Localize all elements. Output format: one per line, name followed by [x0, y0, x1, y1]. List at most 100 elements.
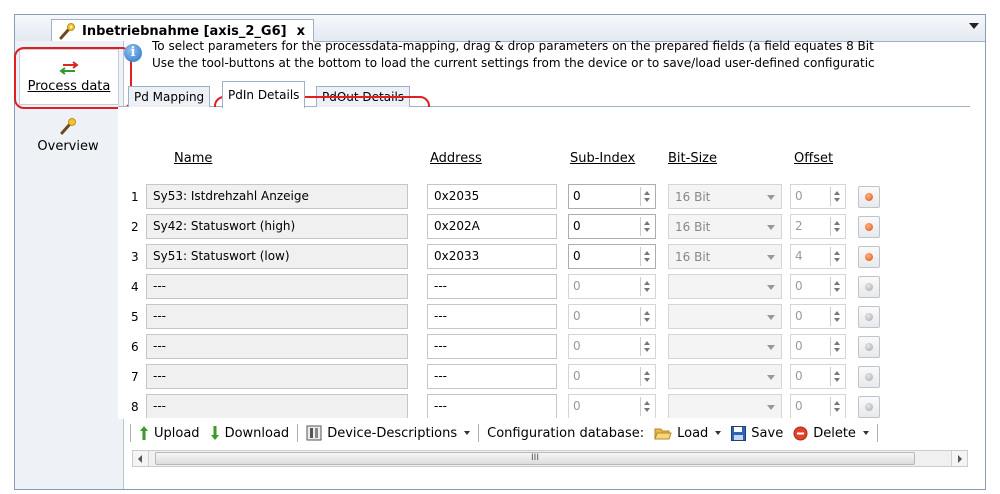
download-button[interactable]: Download	[205, 425, 295, 441]
remove-button[interactable]	[858, 186, 880, 208]
table-row: 3 Sy51: Statuswort (low) 0x2033 0 16 Bit…	[118, 244, 970, 274]
remove-button[interactable]	[858, 246, 880, 268]
sub-index-stepper[interactable]: 0	[568, 304, 656, 329]
address-field[interactable]: 0x202A	[427, 214, 557, 239]
address-field[interactable]: ---	[427, 364, 557, 389]
offset-stepper[interactable]: 0	[790, 334, 846, 359]
offset-value: 0	[795, 399, 803, 413]
name-field[interactable]: ---	[146, 364, 408, 389]
save-label: Save	[751, 425, 784, 441]
save-button[interactable]: Save	[726, 425, 788, 441]
offset-stepper[interactable]: 2	[790, 214, 846, 239]
sub-index-stepper[interactable]: 0	[568, 214, 656, 239]
scroll-right-button[interactable]	[951, 451, 967, 466]
bit-size-select[interactable]	[668, 364, 782, 389]
address-field[interactable]: ---	[427, 304, 557, 329]
address-field[interactable]: ---	[427, 274, 557, 299]
spin-arrows-icon[interactable]	[640, 337, 653, 356]
spin-arrows-icon[interactable]	[830, 217, 843, 236]
remove-button[interactable]	[858, 336, 880, 358]
pdin-details-panel: Name Address Sub-Index Bit-Size Offset 1…	[118, 107, 970, 419]
spin-arrows-icon[interactable]	[640, 367, 653, 386]
offset-value: 0	[795, 309, 803, 323]
spin-arrows-icon[interactable]	[830, 187, 843, 206]
spin-arrows-icon[interactable]	[830, 307, 843, 326]
sub-index-value: 0	[573, 339, 581, 353]
address-field[interactable]: ---	[427, 334, 557, 359]
detail-tabs: Pd Mapping PdIn Details PdOut Details	[118, 78, 970, 108]
side-navigation: Process data Overview	[15, 41, 124, 489]
info-banner: i To select parameters for the processda…	[120, 34, 970, 76]
remove-button[interactable]	[858, 276, 880, 298]
tab-pdin-details[interactable]: PdIn Details	[222, 81, 306, 108]
folder-open-icon	[654, 428, 672, 439]
remove-button[interactable]	[858, 366, 880, 388]
remove-button[interactable]	[858, 396, 880, 418]
name-field[interactable]: ---	[146, 394, 408, 418]
spin-arrows-icon[interactable]	[640, 277, 653, 296]
address-field[interactable]: 0x2035	[427, 184, 557, 209]
horizontal-scrollbar[interactable]: III	[132, 450, 968, 467]
name-field[interactable]: Sy51: Statuswort (low)	[146, 244, 408, 269]
chevron-down-icon[interactable]	[969, 23, 979, 29]
table-row: 7 --- --- 0 0	[118, 364, 970, 394]
offset-value: 0	[795, 369, 803, 383]
sub-index-stepper[interactable]: 0	[568, 274, 656, 299]
spin-arrows-icon[interactable]	[640, 307, 653, 326]
spin-arrows-icon[interactable]	[830, 397, 843, 416]
delete-button[interactable]: Delete	[788, 426, 874, 441]
name-field[interactable]: Sy42: Statuswort (high)	[146, 214, 408, 239]
sub-index-stepper[interactable]: 0	[568, 244, 656, 269]
tab-pdout-details[interactable]: PdOut Details	[316, 86, 411, 107]
bit-size-select[interactable]: 16 Bit	[668, 214, 782, 239]
swap-arrows-icon	[59, 60, 79, 75]
nav-item-process-data[interactable]: Process data	[19, 49, 119, 105]
bit-size-select[interactable]: 16 Bit	[668, 184, 782, 209]
load-label: Load	[677, 425, 709, 441]
spin-arrows-icon[interactable]	[830, 367, 843, 386]
offset-stepper[interactable]: 0	[790, 394, 846, 418]
offset-stepper[interactable]: 0	[790, 364, 846, 389]
header-address: Address	[430, 151, 482, 166]
remove-button[interactable]	[858, 216, 880, 238]
spin-arrows-icon[interactable]	[640, 247, 653, 266]
scroll-left-button[interactable]	[133, 451, 149, 466]
address-field[interactable]: 0x2033	[427, 244, 557, 269]
offset-stepper[interactable]: 0	[790, 304, 846, 329]
bit-size-select[interactable]	[668, 334, 782, 359]
tab-pd-mapping[interactable]: Pd Mapping	[128, 86, 211, 107]
offset-stepper[interactable]: 0	[790, 274, 846, 299]
spin-arrows-icon[interactable]	[640, 187, 653, 206]
upload-label: Upload	[154, 425, 200, 441]
offset-stepper[interactable]: 4	[790, 244, 846, 269]
bit-size-select[interactable]: 16 Bit	[668, 244, 782, 269]
name-field[interactable]: Sy53: Istdrehzahl Anzeige	[146, 184, 408, 209]
name-field[interactable]: ---	[146, 334, 408, 359]
load-button[interactable]: Load	[649, 426, 726, 441]
name-field[interactable]: ---	[146, 304, 408, 329]
spin-arrows-icon[interactable]	[830, 277, 843, 296]
header-bit-size: Bit-Size	[668, 151, 718, 166]
upload-button[interactable]: Upload	[134, 425, 205, 441]
spin-arrows-icon[interactable]	[830, 337, 843, 356]
offset-stepper[interactable]: 0	[790, 184, 846, 209]
remove-button[interactable]	[858, 306, 880, 328]
bit-size-select[interactable]	[668, 394, 782, 418]
nav-item-overview[interactable]: Overview	[19, 107, 117, 163]
spin-arrows-icon[interactable]	[640, 217, 653, 236]
spin-arrows-icon[interactable]	[640, 397, 653, 416]
sub-index-stepper[interactable]: 0	[568, 184, 656, 209]
sub-index-stepper[interactable]: 0	[568, 394, 656, 418]
bit-size-select[interactable]	[668, 274, 782, 299]
scrollbar-thumb[interactable]: III	[155, 452, 915, 465]
address-field[interactable]: ---	[427, 394, 557, 418]
arrow-up-icon	[140, 426, 148, 440]
bit-size-select[interactable]	[668, 304, 782, 329]
sub-index-stepper[interactable]: 0	[568, 334, 656, 359]
name-field[interactable]: ---	[146, 274, 408, 299]
spin-arrows-icon[interactable]	[830, 247, 843, 266]
sub-index-stepper[interactable]: 0	[568, 364, 656, 389]
nav-item-label: Process data	[27, 78, 111, 94]
device-descriptions-button[interactable]: Device-Descriptions	[301, 425, 475, 441]
chevron-down-icon	[715, 431, 722, 435]
